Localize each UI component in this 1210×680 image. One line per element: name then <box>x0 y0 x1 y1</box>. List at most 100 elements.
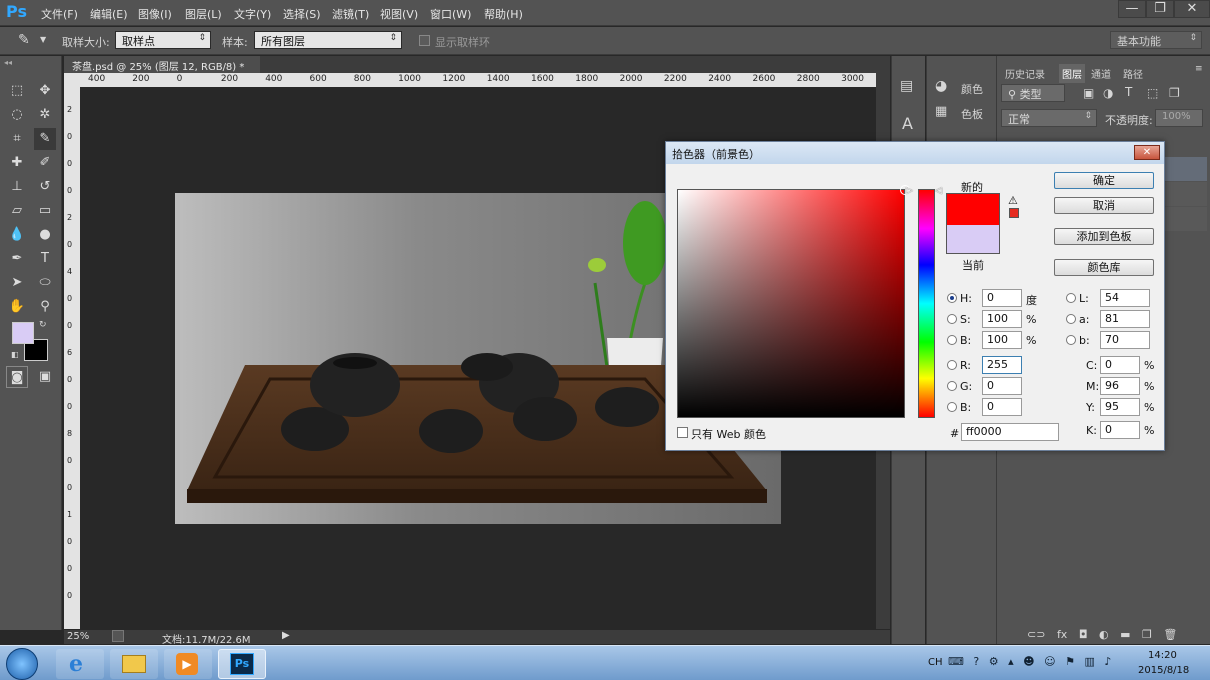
tab-layers[interactable]: 图层 <box>1059 64 1085 83</box>
filter-adjust-icon[interactable]: ◑ <box>1103 86 1113 100</box>
filter-image-icon[interactable]: ▣ <box>1083 86 1094 100</box>
swap-colors-icon[interactable]: ↻ <box>39 320 47 330</box>
saturation-brightness-field[interactable] <box>677 185 910 418</box>
filter-shape-icon[interactable]: ⬚ <box>1147 86 1158 100</box>
ime-indicator[interactable]: CH <box>928 657 943 668</box>
radio-saturation[interactable] <box>947 314 957 324</box>
crop-icon[interactable]: ⌗ <box>6 128 28 150</box>
menu-layer[interactable]: 图层(L) <box>185 6 222 22</box>
clock-time[interactable]: 14:20 <box>1148 650 1177 661</box>
zoom-level[interactable]: 25% <box>67 631 89 642</box>
fx-icon[interactable]: fx <box>1057 628 1067 641</box>
web-colors-checkbox[interactable] <box>677 427 688 438</box>
cancel-button[interactable]: 取消 <box>1054 197 1154 214</box>
brightness-input[interactable]: 100 <box>982 331 1022 349</box>
adjustment-icon[interactable]: ◐ <box>1099 628 1109 641</box>
media-player-taskbar-icon[interactable]: ▶ <box>164 649 212 679</box>
clone-stamp-icon[interactable]: ⊥ <box>6 176 28 198</box>
opacity-input[interactable]: 100% <box>1155 109 1203 127</box>
menu-window[interactable]: 窗口(W) <box>430 6 471 22</box>
pen-icon[interactable]: ✒ <box>6 248 28 270</box>
panel-menu-icon[interactable]: ≡ <box>1195 64 1203 74</box>
zoom-icon[interactable]: ⚲ <box>34 296 56 318</box>
magic-wand-icon[interactable]: ✲ <box>34 104 56 126</box>
menu-select[interactable]: 选择(S) <box>283 6 321 22</box>
eraser-icon[interactable]: ▱ <box>6 200 28 222</box>
a-input[interactable]: 81 <box>1100 310 1150 328</box>
menu-file[interactable]: 文件(F) <box>41 6 78 22</box>
start-button-icon[interactable] <box>6 648 38 680</box>
healing-brush-icon[interactable]: ✚ <box>6 152 28 174</box>
clock-date[interactable]: 2015/8/18 <box>1138 665 1189 676</box>
hue-slider-right-arrow-icon[interactable]: ◁ <box>935 186 942 196</box>
add-to-swatches-button[interactable]: 添加到色板 <box>1054 228 1154 245</box>
layer-filter-select[interactable]: ⚲ 类型 <box>1001 84 1065 102</box>
swatches-panel-label[interactable]: 色板 <box>961 106 983 122</box>
qq-alt-icon[interactable]: ☺ <box>1044 655 1055 668</box>
foreground-color-swatch[interactable] <box>12 322 34 344</box>
qq-icon[interactable]: ☻ <box>1023 655 1034 668</box>
eyedropper-tool-icon[interactable]: ✎ <box>34 128 56 150</box>
marquee-icon[interactable]: ⬚ <box>6 80 28 102</box>
window-close-icon[interactable]: ✕ <box>1174 0 1210 18</box>
volume-icon[interactable]: ♪ <box>1104 655 1111 668</box>
tab-paths[interactable]: 路径 <box>1123 66 1143 81</box>
screen-mode-icon[interactable]: ▣ <box>34 366 56 388</box>
tray-alert-icon[interactable]: ⚑ <box>1065 655 1075 668</box>
history-panel-icon[interactable]: ▤ <box>900 78 913 94</box>
filter-smart-icon[interactable]: ❐ <box>1169 86 1180 100</box>
menu-view[interactable]: 视图(V) <box>380 6 418 22</box>
menu-image[interactable]: 图像(I) <box>138 6 172 22</box>
color-panel-label[interactable]: 颜色 <box>961 81 983 97</box>
tab-channels[interactable]: 通道 <box>1091 66 1111 81</box>
move-icon[interactable]: ✥ <box>34 80 56 102</box>
hand-icon[interactable]: ✋ <box>6 296 28 318</box>
current-color-swatch[interactable] <box>946 225 1000 254</box>
status-menu-arrow-icon[interactable]: ▶ <box>282 630 290 641</box>
new-layer-icon[interactable]: ❐ <box>1142 628 1152 641</box>
lasso-icon[interactable]: ◌ <box>6 104 28 126</box>
restore-icon[interactable]: ❐ <box>1146 0 1174 18</box>
radio-green[interactable] <box>947 381 957 391</box>
gamut-color-swatch[interactable] <box>1009 208 1019 218</box>
tray-expand-icon[interactable]: ▴ <box>1008 655 1014 668</box>
sample-size-select[interactable]: 取样点 ⇕ <box>115 31 211 49</box>
folder-icon[interactable]: ▬ <box>1120 628 1130 641</box>
eyedropper-icon[interactable]: ✎ <box>18 32 30 48</box>
trash-icon[interactable]: 🗑 <box>1163 628 1177 641</box>
gamut-warning-icon[interactable]: ⚠ <box>1008 194 1018 207</box>
blue-input[interactable]: 0 <box>982 398 1022 416</box>
network-icon[interactable]: ▥ <box>1084 655 1094 668</box>
ok-button[interactable]: 确定 <box>1054 172 1154 189</box>
cyan-input[interactable]: 0 <box>1100 356 1140 374</box>
menu-type[interactable]: 文字(Y) <box>234 6 271 22</box>
radio-hue[interactable] <box>947 293 957 303</box>
brush-icon[interactable]: ✐ <box>34 152 56 174</box>
color-libraries-button[interactable]: 颜色库 <box>1054 259 1154 276</box>
radio-b-lab[interactable] <box>1066 335 1076 345</box>
red-input[interactable]: 255 <box>982 356 1022 374</box>
collapse-icon[interactable]: ◂◂ <box>4 58 12 67</box>
menu-filter[interactable]: 滤镜(T) <box>332 6 369 22</box>
blend-mode-select[interactable]: 正常 ⇕ <box>1001 109 1097 127</box>
filter-type-icon[interactable]: T <box>1125 85 1132 99</box>
b-lab-input[interactable]: 70 <box>1100 331 1150 349</box>
chevron-down-icon[interactable]: ▼ <box>40 35 46 44</box>
ie-taskbar-icon[interactable]: e <box>56 649 104 679</box>
link-icon[interactable]: ⊂⊃ <box>1027 628 1045 641</box>
ellipse-icon[interactable]: ⬭ <box>34 272 56 294</box>
sample-select[interactable]: 所有图层 ⇕ <box>254 31 402 49</box>
yellow-input[interactable]: 95 <box>1100 398 1140 416</box>
dodge-icon[interactable]: ● <box>34 224 56 246</box>
quick-mask-icon[interactable]: ◙ <box>6 366 28 388</box>
hue-slider[interactable] <box>918 189 935 418</box>
dialog-titlebar[interactable]: 拾色器（前景色） <box>666 142 1164 164</box>
green-input[interactable]: 0 <box>982 377 1022 395</box>
default-colors-icon[interactable]: ◧ <box>11 350 19 359</box>
radio-brightness[interactable] <box>947 335 957 345</box>
magenta-input[interactable]: 96 <box>1100 377 1140 395</box>
hue-input[interactable]: 0 <box>982 289 1022 307</box>
color-panel-icon[interactable]: ◕ <box>935 78 947 94</box>
radio-blue[interactable] <box>947 402 957 412</box>
history-brush-icon[interactable]: ↺ <box>34 176 56 198</box>
